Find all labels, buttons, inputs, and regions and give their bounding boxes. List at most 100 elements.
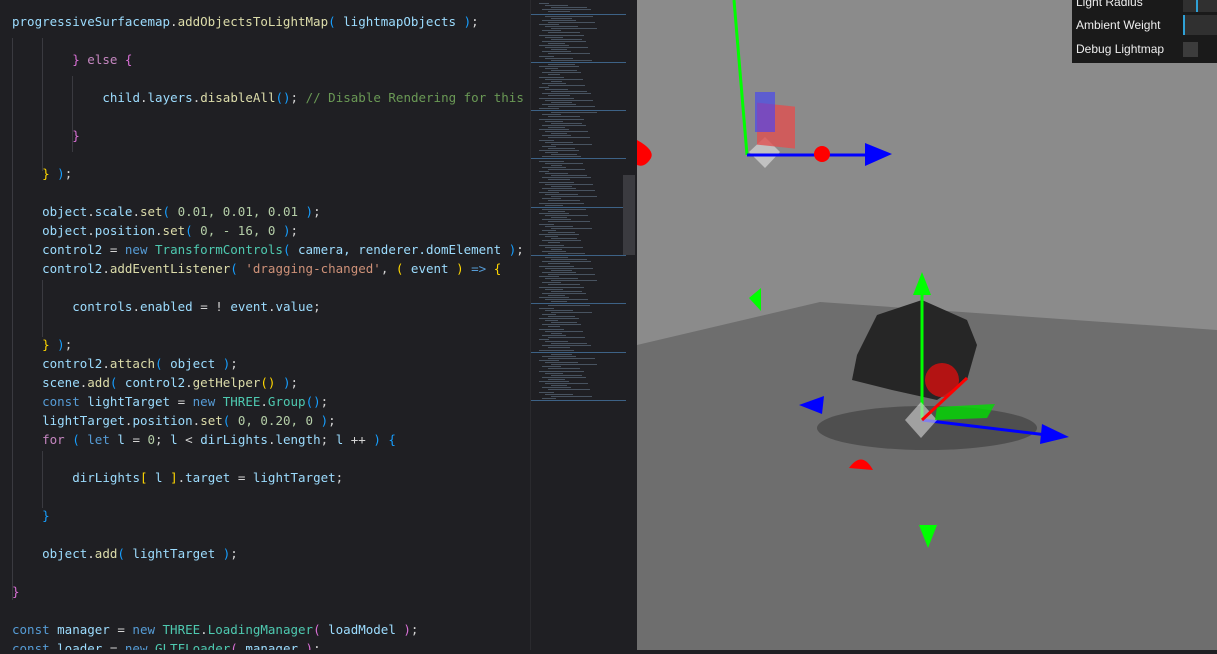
code-token: l [117, 432, 125, 447]
minimap-line [548, 357, 595, 359]
code-token: lightTarget [124, 546, 223, 561]
code-token: ( [117, 546, 125, 561]
minimap-line [548, 189, 595, 191]
minimap-line [551, 80, 562, 82]
minimap-line [551, 217, 567, 219]
minimap-line [539, 160, 564, 162]
ambient-weight-slider[interactable] [1183, 15, 1217, 35]
code-token: . [87, 546, 95, 561]
minimap-line [551, 290, 582, 292]
code-token: ( [72, 432, 80, 447]
minimap-line [551, 143, 592, 145]
minimap-line [545, 320, 558, 322]
minimap-line [545, 183, 593, 185]
minimap-line [551, 59, 592, 61]
code-token: { [493, 261, 502, 276]
minimap-line [551, 7, 587, 9]
minimap-line [548, 63, 575, 65]
minimap-line [539, 108, 559, 109]
code-token: = [102, 641, 125, 650]
code-token: Group [267, 394, 306, 409]
debug-lightmap-checkbox[interactable] [1183, 42, 1198, 57]
code-token: TransformControls [155, 242, 283, 257]
code-token: = [102, 242, 125, 257]
code-token: camera, renderer.domElement [290, 242, 509, 257]
minimap-line [539, 328, 564, 330]
minimap-line [548, 105, 595, 107]
code-token: ; [64, 337, 73, 352]
code-token: ; [313, 299, 321, 314]
minimap-line [545, 236, 558, 238]
minimap-line [551, 248, 562, 250]
minimap-line [542, 30, 561, 32]
minimap-line [531, 255, 626, 256]
minimap[interactable] [530, 0, 636, 650]
minimap-line [539, 318, 579, 319]
code-token: lightmapObjects [335, 14, 464, 29]
minimap-line [539, 223, 554, 225]
light-radius-label: Light Radius [1076, 0, 1143, 9]
minimap-line [539, 276, 559, 277]
light-radius-slider[interactable] [1183, 0, 1217, 12]
minimap-line [542, 51, 571, 53]
editor-scrollbar[interactable] [623, 175, 635, 255]
minimap-line [548, 336, 585, 338]
minimap-line [548, 147, 575, 149]
minimap-line [539, 66, 579, 67]
code-token: } [42, 337, 50, 352]
code-token: for [42, 432, 73, 447]
code-token: . [102, 261, 110, 276]
minimap-line [542, 387, 571, 389]
code-token: loadModel [320, 622, 404, 637]
minimap-line [551, 374, 582, 376]
minimap-line [548, 294, 565, 296]
minimap-line [548, 221, 590, 223]
code-token: lightTarget [87, 394, 171, 409]
code-token: lightTarget [252, 470, 336, 485]
minimap-line [531, 399, 626, 401]
code-token: control2 [42, 242, 103, 257]
code-line: const loader = new GLTFLoader( manager )… [12, 639, 321, 650]
minimap-line [545, 141, 573, 143]
code-token: . [155, 223, 163, 238]
code-token: ; [230, 356, 238, 371]
minimap-line [551, 269, 572, 271]
minimap-line [545, 330, 583, 332]
minimap-line [551, 259, 587, 261]
minimap-line [551, 332, 562, 334]
code-line: } [42, 506, 50, 525]
minimap-line [551, 70, 577, 72]
minimap-line [548, 200, 580, 202]
minimap-line [539, 381, 569, 382]
code-editor[interactable]: progressiveSurfacemap.addObjectsToLightM… [0, 0, 530, 650]
minimap-line [548, 116, 580, 118]
minimap-line [545, 194, 578, 196]
code-token: { [124, 52, 133, 67]
code-line: } [12, 582, 20, 601]
minimap-line [548, 95, 570, 97]
minimap-line [548, 389, 590, 391]
code-token: ) [57, 166, 65, 181]
minimap-line [539, 87, 549, 88]
minimap-line [542, 334, 566, 336]
code-line: controls.enabled = ! event.value; [72, 297, 320, 316]
minimap-line [542, 187, 576, 189]
code-line: } else { [72, 50, 132, 69]
code-token: set [139, 204, 163, 219]
code-token: object [42, 546, 88, 561]
minimap-line [548, 21, 595, 23]
minimap-line [531, 13, 626, 15]
code-token: . [170, 14, 178, 29]
minimap-line [542, 93, 591, 95]
minimap-line [542, 345, 591, 347]
code-token: . [185, 375, 193, 390]
code-token: event [403, 261, 457, 276]
code-token: ] [170, 470, 178, 485]
minimap-line [548, 42, 565, 44]
minimap-line [548, 168, 585, 170]
code-token: attach [109, 356, 156, 371]
minimap-line [545, 299, 588, 301]
3d-viewport[interactable] [637, 0, 1217, 650]
code-token: addEventListener [109, 261, 231, 276]
minimap-line [539, 370, 584, 372]
